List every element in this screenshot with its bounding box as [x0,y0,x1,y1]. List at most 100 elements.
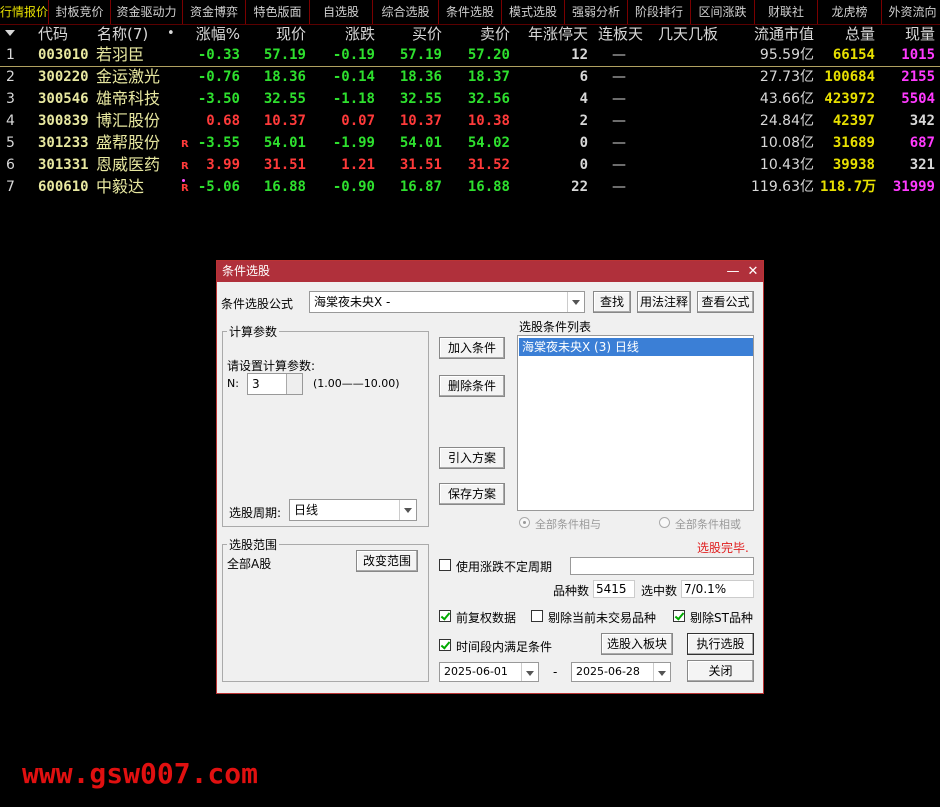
col-header-pct[interactable]: 涨幅% [192,24,240,44]
tab-dragon-tiger[interactable]: 龙虎榜 [818,0,882,24]
tab-pattern-select[interactable]: 模式选股 [502,0,565,24]
stock-row[interactable]: 6 301331 恩威医药 R 3.99 31.51 1.21 31.51 31.52 0 10.4… [0,154,940,176]
row-index: 4 [6,113,15,129]
tab-special-layout[interactable]: 特色版面 [246,0,310,24]
exclude-st-checkbox[interactable] [673,610,685,622]
stock-name: 雄帝科技 [96,89,161,108]
col-header-current-volume[interactable]: 现量 [895,24,935,44]
tab-foreign-flow[interactable]: 外资流向 [882,0,940,24]
col-header-year-limit[interactable]: 年涨停天 [520,24,588,44]
close-button[interactable]: 关闭 [687,660,754,682]
import-scheme-button[interactable]: 引入方案 [439,447,505,469]
stock-row[interactable]: 3 300546 雄帝科技 -3.50 32.55 -1.18 32.55 32.56 4 43.… [0,88,940,110]
sort-arrow-icon[interactable] [5,30,15,36]
col-header-n-days-n-boards[interactable]: 几天几板 [658,24,718,44]
range-group-title: 选股范围 [227,536,280,553]
cell-vol: 423972 [824,91,875,107]
stock-code: 300546 [38,91,89,107]
tab-strength-analysis[interactable]: 强弱分析 [565,0,628,24]
stock-name: 金运激光 [96,67,161,86]
tab-composite-select[interactable]: 综合选股 [373,0,439,24]
tab-interval-change[interactable]: 区间涨跌 [691,0,755,24]
stock-row[interactable]: 1 003010 若羽臣 -0.33 57.19 -0.19 57.19 57.20 12 95.… [0,44,940,67]
period-select[interactable]: 日线 [289,499,417,521]
change-range-button[interactable]: 改变范围 [356,550,418,572]
col-header-board-days[interactable]: 连板天 [598,24,643,44]
stock-code: 300220 [38,69,89,85]
col-header-ask[interactable]: 卖价 [462,24,510,44]
chevron-down-icon[interactable] [399,500,416,520]
add-condition-button[interactable]: 加入条件 [439,337,505,359]
col-header-code[interactable]: 代码 [38,24,68,44]
var-period-checkbox[interactable] [439,559,451,571]
tab-quotes[interactable]: 行情报价 [0,0,49,24]
tab-fund-game[interactable]: 资金博弈 [183,0,246,24]
time-condition-checkbox[interactable] [439,639,451,651]
view-formula-button[interactable]: 查看公式 [697,291,754,313]
radio-or[interactable] [659,517,670,528]
radio-and-label: 全部条件相与 [535,518,601,531]
tab-condition-select[interactable]: 条件选股 [439,0,502,24]
rzrq-mark: R [181,139,189,150]
col-header-change[interactable]: 涨跌 [327,24,375,44]
date-to-select[interactable]: 2025-06-28 [571,662,671,682]
formula-select[interactable]: 海棠夜未央X - [309,291,585,313]
stock-name: 若羽臣 [96,45,145,64]
minimize-icon[interactable]: — [723,261,743,282]
chevron-down-icon[interactable] [653,663,670,681]
cell-board-days: — [612,91,626,107]
stock-code: 600610 [38,179,89,195]
forward-adjust-label: 前复权数据 [456,611,517,625]
date-from-select[interactable]: 2025-06-01 [439,662,539,682]
tab-watchlist[interactable]: 自选股 [310,0,373,24]
delete-condition-button[interactable]: 删除条件 [439,375,505,397]
save-scheme-button[interactable]: 保存方案 [439,483,505,505]
stock-row[interactable]: 2 300220 金运激光 -0.76 18.36 -0.14 18.36 18.37 6 27.… [0,66,940,88]
stock-name: 恩威医药 [96,155,161,174]
stock-code: 300839 [38,113,89,129]
cell-ask: 16.88 [467,179,510,195]
col-header-mark: • [167,26,175,41]
exclude-st-label: 剔除ST品种 [690,611,753,625]
n-stepper[interactable]: 3 [247,373,303,395]
var-period-input[interactable] [570,557,754,575]
close-icon[interactable]: ✕ [743,261,763,282]
col-header-float-mcap[interactable]: 流通市值 [740,24,814,44]
forward-adjust-checkbox[interactable] [439,610,451,622]
rzrq-mark: R [181,161,189,172]
stepper-down-icon[interactable] [286,384,302,394]
stock-row[interactable]: 4 300839 博汇股份 0.68 10.37 0.07 10.37 10.38 2 24.84… [0,110,940,132]
col-header-price[interactable]: 现价 [258,24,306,44]
find-button[interactable]: 查找 [593,291,631,313]
col-header-name[interactable]: 名称(7) [97,24,148,44]
condition-list-item[interactable]: 海棠夜未央X (3) 日线 [519,338,753,356]
cell-chg: -0.90 [332,179,375,195]
stock-row[interactable]: 7 600610 中毅达 R -5.06 16.88 -0.90 16.87 16.88 22 11… [0,176,940,198]
usage-notes-button[interactable]: 用法注释 [637,291,691,313]
params-group-title: 计算参数 [227,323,280,340]
cell-ask: 10.38 [467,113,510,129]
stock-row[interactable]: 5 301233 盛帮股份 R -3.55 54.01 -1.99 54.01 54.02 0 10… [0,132,940,154]
run-selection-button[interactable]: 执行选股 [687,633,754,655]
stock-name: 博汇股份 [96,111,161,130]
col-header-bid[interactable]: 买价 [394,24,442,44]
radio-and[interactable] [519,517,530,528]
cell-yearlimit: 0 [579,157,588,173]
cell-bid: 31.51 [399,157,442,173]
tab-fund-drive[interactable]: 资金驱动力 [111,0,183,24]
col-header-volume[interactable]: 总量 [830,24,875,44]
chevron-down-icon[interactable] [567,292,584,312]
tab-stage-ranking[interactable]: 阶段排行 [628,0,691,24]
add-to-block-button[interactable]: 选股入板块 [601,633,673,655]
exclude-untraded-checkbox[interactable] [531,610,543,622]
cell-mcap: 24.84亿 [759,113,814,129]
tab-seal-bidding[interactable]: 封板竞价 [49,0,111,24]
chevron-down-icon[interactable] [521,663,538,681]
cell-mcap: 43.66亿 [759,91,814,107]
dialog-titlebar[interactable]: 条件选股 — ✕ [217,261,763,282]
cell-mcap: 27.73亿 [759,69,814,85]
tab-cls-news[interactable]: 财联社 [755,0,818,24]
condition-list[interactable]: 海棠夜未央X (3) 日线 [517,335,754,511]
cell-vol: 100684 [824,69,875,85]
cell-ask: 54.02 [467,135,510,151]
